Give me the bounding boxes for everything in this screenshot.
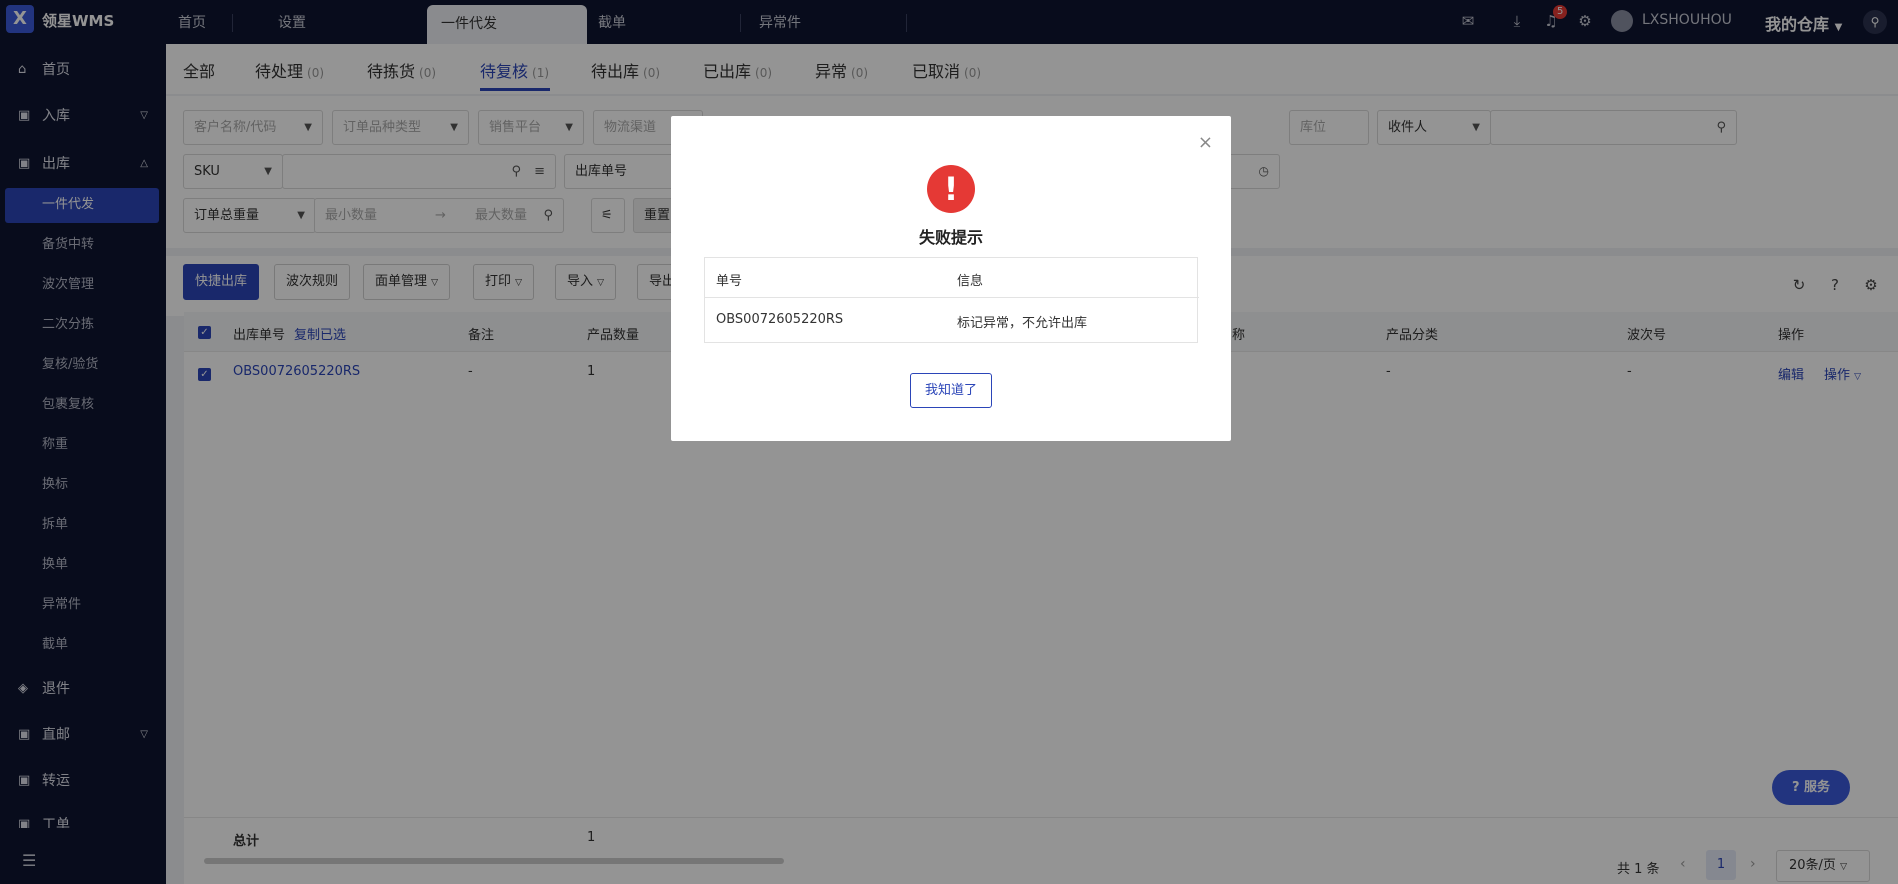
acknowledge-button[interactable]: 我知道了 bbox=[910, 373, 992, 408]
error-icon: ! bbox=[927, 165, 975, 213]
dialog-title: 失败提示 bbox=[918, 228, 983, 247]
failure-table-header: 单号 信息 bbox=[705, 258, 1199, 298]
failure-order-no: OBS0072605220RS bbox=[716, 312, 844, 327]
col-info: 信息 bbox=[957, 274, 984, 289]
failure-dialog: × ! 失败提示 单号 信息 OBS0072605220RS 标记异常，不允许出… bbox=[671, 116, 1231, 441]
close-icon[interactable]: × bbox=[1198, 132, 1213, 153]
failure-table: 单号 信息 OBS0072605220RS 标记异常，不允许出库 bbox=[704, 257, 1199, 343]
col-number: 单号 bbox=[716, 274, 743, 289]
failure-message: 标记异常，不允许出库 bbox=[957, 316, 1088, 331]
